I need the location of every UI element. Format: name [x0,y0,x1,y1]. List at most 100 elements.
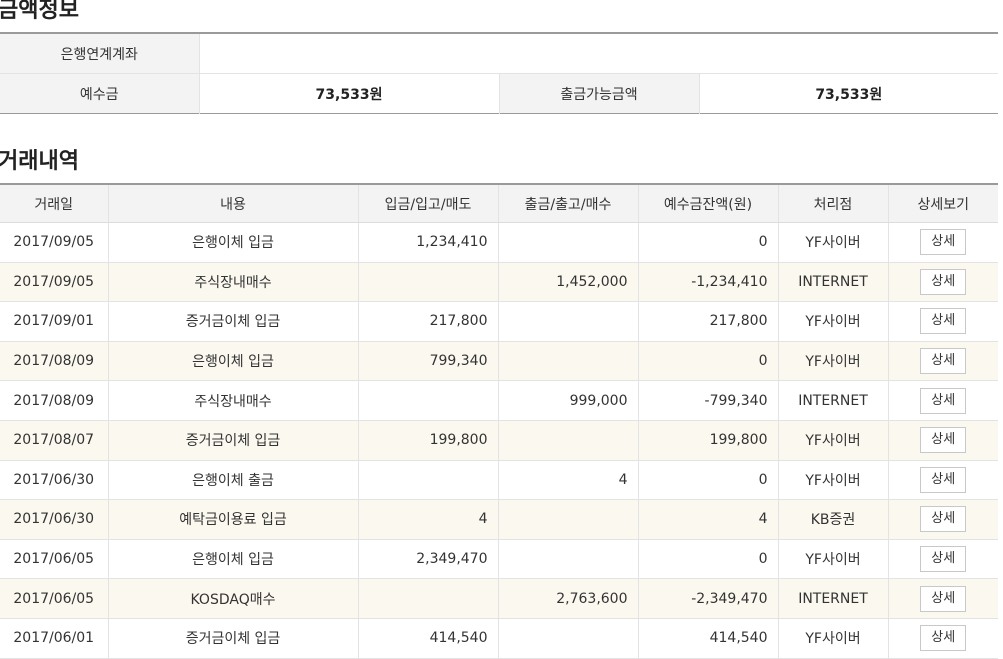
cell-date: 2017/06/01 [0,618,108,659]
detail-button[interactable]: 상세 [920,546,967,573]
cell-balance: 0 [637,222,778,263]
cell-balance: 217,800 [637,301,778,342]
transaction-header-row: 거래일 내용 입금/입고/매도 출금/출고/매수 예수금잔액(원) 처리점 상세… [0,184,998,223]
detail-button[interactable]: 상세 [920,585,967,612]
cell-branch: YF사이버 [777,618,888,659]
detail-button[interactable]: 상세 [920,625,967,652]
cell-deposit: 799,340 [357,341,498,382]
cell-branch: INTERNET [777,262,888,303]
cell-date: 2017/06/30 [0,499,108,540]
cell-balance: 414,540 [637,618,778,659]
cell-date: 2017/08/09 [0,341,108,382]
table-row: 2017/08/09 주식장내매수 999,000 -799,340 INTERNET 상… [0,380,998,421]
cell-detail: 상세 [887,262,998,303]
table-row: 2017/08/09 은행이체 입금 799,340 0 YF사이버 상세 [0,341,998,382]
cell-detail: 상세 [887,499,998,540]
cell-detail: 상세 [887,618,998,659]
cell-balance: -1,234,410 [637,262,778,303]
linked-account-row: 은행연계계좌 [0,33,999,74]
cell-withdrawal [497,499,638,540]
cell-detail: 상세 [887,578,998,619]
col-header-description: 내용 [107,184,358,223]
transaction-history-title: 거래내역 [0,149,79,174]
cell-balance: 0 [637,341,778,382]
cell-branch: YF사이버 [777,420,888,461]
cell-withdrawal [497,420,638,461]
cell-date: 2017/08/09 [0,380,108,421]
detail-button[interactable]: 상세 [920,229,967,256]
cell-deposit: 4 [357,499,498,540]
cell-deposit: 2,349,470 [357,539,498,580]
cell-branch: KB증권 [777,499,888,540]
table-row: 2017/06/30 예탁금이용료 입금 4 4 KB증권 상세 [0,499,998,540]
cell-detail: 상세 [887,460,998,501]
col-header-balance: 예수금잔액(원) [637,184,778,223]
cell-branch: YF사이버 [777,460,888,501]
cell-description: 은행이체 출금 [107,460,358,501]
transaction-table: 거래일 내용 입금/입고/매도 출금/출고/매수 예수금잔액(원) 처리점 상세… [0,183,998,659]
cell-balance: 199,800 [637,420,778,461]
col-header-detail: 상세보기 [887,184,998,223]
cell-deposit: 217,800 [357,301,498,342]
cell-deposit [357,460,498,501]
cell-branch: YF사이버 [777,539,888,580]
cell-branch: INTERNET [777,578,888,619]
cell-balance: 0 [637,460,778,501]
cell-balance: 4 [637,499,778,540]
cell-branch: YF사이버 [777,222,888,263]
col-header-date: 거래일 [0,184,108,223]
withdrawable-label: 출금가능금액 [498,73,699,114]
table-row: 2017/06/05 은행이체 입금 2,349,470 0 YF사이버 상세 [0,539,998,580]
table-row: 2017/09/01 증거금이체 입금 217,800 217,800 YF사이버 상세 [0,301,998,342]
cell-date: 2017/09/05 [0,222,108,263]
cell-balance: -2,349,470 [637,578,778,619]
deposit-label: 예수금 [0,73,199,114]
cell-description: 증거금이체 입금 [107,618,358,659]
cell-deposit: 1,234,410 [357,222,498,263]
cell-branch: YF사이버 [777,341,888,382]
cell-withdrawal [497,301,638,342]
cell-withdrawal: 2,763,600 [497,578,638,619]
detail-button[interactable]: 상세 [920,427,967,454]
cell-balance: -799,340 [637,380,778,421]
detail-button[interactable]: 상세 [920,466,967,493]
detail-button[interactable]: 상세 [920,268,967,295]
table-row: 2017/08/07 증거금이체 입금 199,800 199,800 YF사이버 상세 [0,420,998,461]
cell-detail: 상세 [887,222,998,263]
cell-detail: 상세 [887,380,998,421]
cell-deposit [357,262,498,303]
cell-description: 은행이체 입금 [107,539,358,580]
cell-detail: 상세 [887,341,998,382]
cell-description: 은행이체 입금 [107,341,358,382]
table-row: 2017/09/05 은행이체 입금 1,234,410 0 YF사이버 상세 [0,222,998,263]
cell-date: 2017/06/05 [0,578,108,619]
cell-detail: 상세 [887,539,998,580]
table-row: 2017/06/30 은행이체 출금 4 0 YF사이버 상세 [0,460,998,501]
cell-withdrawal [497,618,638,659]
table-row: 2017/06/01 증거금이체 입금 414,540 414,540 YF사이버 상세 [0,618,998,659]
detail-button[interactable]: 상세 [920,506,967,533]
col-header-withdrawal: 출금/출고/매수 [497,184,638,223]
cell-date: 2017/06/30 [0,460,108,501]
amount-info-title: 금액정보 [0,0,79,23]
detail-button[interactable]: 상세 [920,348,967,375]
cell-description: 주식장내매수 [107,380,358,421]
col-header-branch: 처리점 [777,184,888,223]
table-row: 2017/06/05 KOSDAQ매수 2,763,600 -2,349,470 INT… [0,578,998,619]
cell-description: 증거금이체 입금 [107,420,358,461]
deposit-value: 73,533원 [198,73,499,114]
detail-button[interactable]: 상세 [920,308,967,335]
cell-description: KOSDAQ매수 [107,578,358,619]
cell-date: 2017/09/01 [0,301,108,342]
cell-branch: YF사이버 [777,301,888,342]
cell-description: 증거금이체 입금 [107,301,358,342]
deposit-row: 예수금 73,533원 출금가능금액 73,533원 [0,73,999,114]
cell-withdrawal: 4 [497,460,638,501]
cell-deposit [357,578,498,619]
cell-balance: 0 [637,539,778,580]
detail-button[interactable]: 상세 [920,387,967,414]
cell-withdrawal [497,539,638,580]
linked-account-label: 은행연계계좌 [0,33,199,74]
cell-deposit: 199,800 [357,420,498,461]
cell-date: 2017/08/07 [0,420,108,461]
